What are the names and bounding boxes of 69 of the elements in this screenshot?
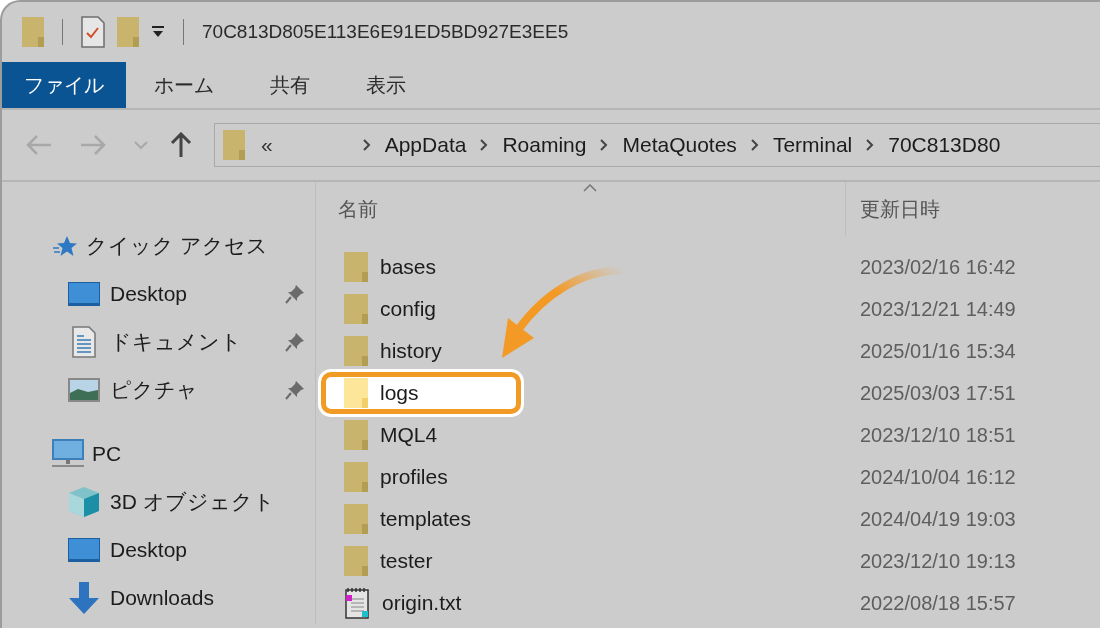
modified-date: 2023/12/10 18:51 — [859, 423, 1016, 447]
file-name[interactable]: MQL4 — [380, 423, 438, 447]
modified-date: 2024/04/19 19:03 — [859, 507, 1016, 531]
sidebar-item[interactable]: クイック アクセス — [86, 232, 268, 260]
star-icon — [52, 235, 78, 257]
modified-date: 2023/02/16 16:42 — [859, 255, 1016, 279]
sidebar-item[interactable]: ドキュメント — [110, 328, 242, 356]
pin-icon[interactable] — [285, 380, 305, 400]
file-name[interactable]: bases — [380, 255, 437, 279]
modified-date: 2023/12/10 19:13 — [859, 549, 1016, 573]
ribbon-tab[interactable]: 共有 — [242, 62, 338, 108]
window-title: 70C813D805E113E6E91ED5BD927E3EE5 — [202, 21, 569, 43]
ribbon-tab[interactable]: ファイル — [2, 62, 126, 108]
up-arrow-icon[interactable] — [170, 132, 192, 158]
monitor-icon — [52, 439, 84, 469]
ribbon-tab[interactable]: ホーム — [126, 62, 242, 108]
pin-icon[interactable] — [285, 284, 305, 304]
desktop-icon — [68, 282, 100, 306]
chevron-right-icon[interactable] — [750, 139, 759, 151]
file-name[interactable]: tester — [380, 549, 433, 573]
folder-icon — [344, 420, 368, 450]
folder-icon — [344, 378, 368, 408]
modified-date: 2023/12/21 14:49 — [859, 297, 1016, 321]
chevron-right-icon[interactable] — [600, 139, 609, 151]
text-file-icon — [344, 587, 370, 619]
file-name[interactable]: profiles — [380, 465, 448, 489]
picture-icon — [68, 378, 100, 402]
breadcrumb[interactable]: Roaming — [502, 133, 587, 157]
folder-icon — [344, 294, 368, 324]
ribbon-tab[interactable]: 表示 — [338, 62, 434, 108]
breadcrumb[interactable]: 70C813D80 — [888, 133, 1001, 157]
breadcrumb[interactable]: AppData — [384, 133, 467, 157]
modified-date: 2022/08/18 15:57 — [859, 591, 1016, 615]
cube-icon — [68, 486, 100, 518]
modified-date: 2024/10/04 16:12 — [859, 465, 1016, 489]
sidebar-item[interactable]: Downloads — [110, 586, 214, 610]
sidebar-item[interactable]: Desktop — [110, 538, 188, 562]
file-name[interactable]: config — [380, 297, 437, 321]
checklist-icon[interactable] — [81, 16, 105, 48]
breadcrumb[interactable]: Terminal — [772, 133, 853, 157]
file-name[interactable]: origin.txt — [382, 591, 462, 615]
dropdown-icon[interactable] — [151, 26, 165, 38]
sidebar-item[interactable]: Desktop — [110, 282, 188, 306]
file-name[interactable]: logs — [380, 381, 419, 405]
desktop-icon — [68, 538, 100, 562]
chevron-right-icon[interactable] — [362, 139, 371, 151]
modified-date: 2025/01/16 15:34 — [859, 339, 1016, 363]
chevron-right-icon[interactable] — [480, 139, 489, 151]
file-name[interactable]: templates — [380, 507, 472, 531]
folder-icon — [344, 504, 368, 534]
folder-icon — [344, 462, 368, 492]
sidebar-item[interactable]: 3D オブジェクト — [110, 488, 275, 516]
column-header[interactable]: 名前 — [338, 195, 378, 223]
file-name[interactable]: history — [380, 339, 442, 363]
sidebar-item[interactable]: ピクチャ — [110, 376, 198, 404]
address-bar[interactable]: « AppData Roaming MetaQuotes Terminal 70C813D80 — [214, 123, 1100, 167]
chevron-right-icon[interactable] — [866, 139, 875, 151]
folder-icon — [223, 130, 245, 160]
folder-icon — [344, 336, 368, 366]
folder-icon — [344, 546, 368, 576]
sidebar-item[interactable]: PC — [92, 442, 122, 466]
download-arrow-icon — [68, 582, 100, 614]
folder-icon — [344, 252, 368, 282]
pin-icon[interactable] — [285, 332, 305, 352]
document-icon — [72, 326, 96, 358]
modified-date: 2025/03/03 17:51 — [859, 381, 1016, 405]
overflow-marker[interactable]: « — [261, 133, 273, 157]
column-header[interactable]: 更新日時 — [860, 195, 940, 223]
breadcrumb[interactable]: MetaQuotes — [622, 133, 737, 157]
